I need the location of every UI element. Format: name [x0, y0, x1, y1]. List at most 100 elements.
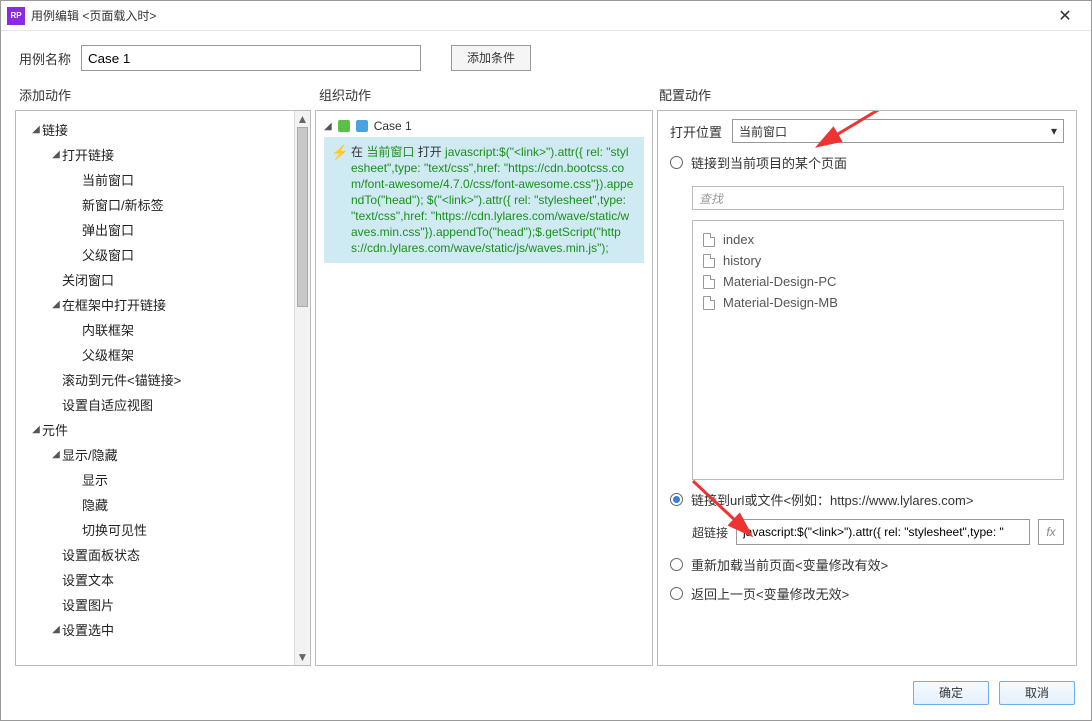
tree-item-label: 关闭窗口 — [62, 270, 114, 289]
page-item[interactable]: history — [701, 250, 1055, 271]
tree-item[interactable]: ◢在框架中打开链接 — [16, 292, 294, 317]
tree-item[interactable]: ◢设置选中 — [16, 617, 294, 642]
caret-icon: ◢ — [30, 124, 42, 135]
tree-item[interactable]: 父级框架 — [16, 342, 294, 367]
tree-item[interactable]: 显示 — [16, 467, 294, 492]
radio-icon — [670, 587, 683, 600]
radio-icon — [670, 156, 683, 169]
app-icon: RP — [7, 7, 25, 25]
tree-item-label: 弹出窗口 — [82, 220, 134, 239]
action-text: 在 当前窗口 打开 javascript:$("<link>").attr({ … — [351, 145, 633, 255]
window-title: 用例编辑 <页面载入时> — [31, 7, 1045, 24]
tree-item-label: 链接 — [42, 120, 68, 139]
tree-item-label: 切换可见性 — [82, 520, 147, 539]
organize-panel: ◢ Case 1 ⚡ 在 当前窗口 打开 javascript:$("<link… — [315, 110, 653, 666]
tree-item[interactable]: 当前窗口 — [16, 167, 294, 192]
radio-back[interactable]: 返回上一页<变量修改无效> — [670, 584, 1064, 603]
caret-icon: ◢ — [50, 299, 62, 310]
tree-item-label: 设置自适应视图 — [62, 395, 153, 414]
tree-item[interactable]: 设置面板状态 — [16, 542, 294, 567]
radio-icon — [670, 558, 683, 571]
page-list[interactable]: index history Material-Design-PC Material-D… — [692, 220, 1064, 480]
ok-button[interactable]: 确定 — [913, 681, 989, 705]
section-headings: 添加动作 组织动作 配置动作 — [1, 79, 1091, 110]
cancel-button[interactable]: 取消 — [999, 681, 1075, 705]
scroll-down-icon[interactable]: ▼ — [295, 649, 310, 665]
window: RP 用例编辑 <页面载入时> ✕ 用例名称 添加条件 添加动作 组织动作 配置… — [0, 0, 1092, 721]
action-item[interactable]: ⚡ 在 当前窗口 打开 javascript:$("<link>").attr(… — [324, 137, 644, 263]
hyperlink-label: 超链接 — [692, 524, 728, 541]
fx-button[interactable]: fx — [1038, 519, 1064, 545]
document-icon — [703, 296, 715, 310]
tree-item-label: 父级窗口 — [82, 245, 134, 264]
tree-item[interactable]: 设置自适应视图 — [16, 392, 294, 417]
scroll-up-icon[interactable]: ▲ — [295, 111, 310, 127]
heading-organize-action: 组织动作 — [319, 85, 659, 104]
tree-item[interactable]: 关闭窗口 — [16, 267, 294, 292]
titlebar: RP 用例编辑 <页面载入时> ✕ — [1, 1, 1091, 31]
tree-item[interactable]: 切换可见性 — [16, 517, 294, 542]
heading-add-action: 添加动作 — [19, 85, 319, 104]
tree-item[interactable]: 滚动到元件<锚链接> — [16, 367, 294, 392]
open-in-select[interactable]: 当前窗口 ▾ — [732, 119, 1064, 143]
lightning-icon: ⚡ — [331, 144, 348, 160]
tree-item[interactable]: ◢打开链接 — [16, 142, 294, 167]
tree-item-label: 设置文本 — [62, 570, 114, 589]
tree-item-label: 显示/隐藏 — [62, 445, 118, 464]
case-icon — [338, 120, 350, 132]
open-in-label: 打开位置 — [670, 122, 722, 141]
tree-item[interactable]: ◢元件 — [16, 417, 294, 442]
actions-tree-panel: ◢链接◢打开链接当前窗口新窗口/新标签弹出窗口父级窗口关闭窗口◢在框架中打开链接… — [15, 110, 311, 666]
tree-item-label: 打开链接 — [62, 145, 114, 164]
tree-item-label: 滚动到元件<锚链接> — [62, 370, 181, 389]
radio-icon — [670, 493, 683, 506]
tree-item[interactable]: 内联框架 — [16, 317, 294, 342]
tree-item[interactable]: 设置文本 — [16, 567, 294, 592]
page-item[interactable]: Material-Design-MB — [701, 292, 1055, 313]
tree-item[interactable]: 新窗口/新标签 — [16, 192, 294, 217]
caret-icon: ◢ — [324, 121, 332, 132]
tree-item-label: 设置选中 — [62, 620, 114, 639]
radio-link-page[interactable]: 链接到当前项目的某个页面 — [670, 153, 1064, 172]
page-item-label: Material-Design-MB — [723, 295, 838, 310]
case-label: Case 1 — [374, 119, 412, 133]
close-icon[interactable]: ✕ — [1045, 1, 1085, 31]
document-icon — [703, 233, 715, 247]
hyperlink-input[interactable] — [736, 519, 1030, 545]
actions-tree[interactable]: ◢链接◢打开链接当前窗口新窗口/新标签弹出窗口父级窗口关闭窗口◢在框架中打开链接… — [16, 111, 294, 665]
tree-item[interactable]: 父级窗口 — [16, 242, 294, 267]
tree-item[interactable]: 弹出窗口 — [16, 217, 294, 242]
tree-item[interactable]: 设置图片 — [16, 592, 294, 617]
caret-icon: ◢ — [30, 424, 42, 435]
tree-item-label: 设置图片 — [62, 595, 114, 614]
tree-item-label: 当前窗口 — [82, 170, 134, 189]
toolbar: 用例名称 添加条件 — [1, 31, 1091, 79]
scrollbar[interactable]: ▲ ▼ — [294, 111, 310, 665]
scroll-thumb[interactable] — [297, 127, 308, 307]
page-item[interactable]: Material-Design-PC — [701, 271, 1055, 292]
footer: 确定 取消 — [1, 676, 1091, 720]
heading-configure-action: 配置动作 — [659, 85, 1073, 104]
tree-item[interactable]: ◢链接 — [16, 117, 294, 142]
case-name-input[interactable] — [81, 45, 421, 71]
content: ◢链接◢打开链接当前窗口新窗口/新标签弹出窗口父级窗口关闭窗口◢在框架中打开链接… — [1, 110, 1091, 676]
radio-reload[interactable]: 重新加载当前页面<变量修改有效> — [670, 555, 1064, 574]
page-item-label: index — [723, 232, 754, 247]
tree-item-label: 隐藏 — [82, 495, 108, 514]
page-item-label: Material-Design-PC — [723, 274, 836, 289]
configure-panel: 打开位置 当前窗口 ▾ 链接到当前项目的某个页面 查找 index history… — [657, 110, 1077, 666]
page-search-input[interactable]: 查找 — [692, 186, 1064, 210]
case-name-label: 用例名称 — [19, 49, 71, 68]
tree-item-label: 内联框架 — [82, 320, 134, 339]
tree-item[interactable]: ◢显示/隐藏 — [16, 442, 294, 467]
caret-icon: ◢ — [50, 624, 62, 635]
radio-link-url[interactable]: 链接到url或文件<例如：https://www.lylares.com> — [670, 490, 1064, 509]
add-condition-button[interactable]: 添加条件 — [451, 45, 531, 71]
scroll-track[interactable] — [295, 127, 310, 649]
page-item[interactable]: index — [701, 229, 1055, 250]
case-row[interactable]: ◢ Case 1 — [324, 117, 644, 135]
tree-item[interactable]: 隐藏 — [16, 492, 294, 517]
document-icon — [703, 275, 715, 289]
tree-item-label: 新窗口/新标签 — [82, 195, 164, 214]
document-icon — [703, 254, 715, 268]
